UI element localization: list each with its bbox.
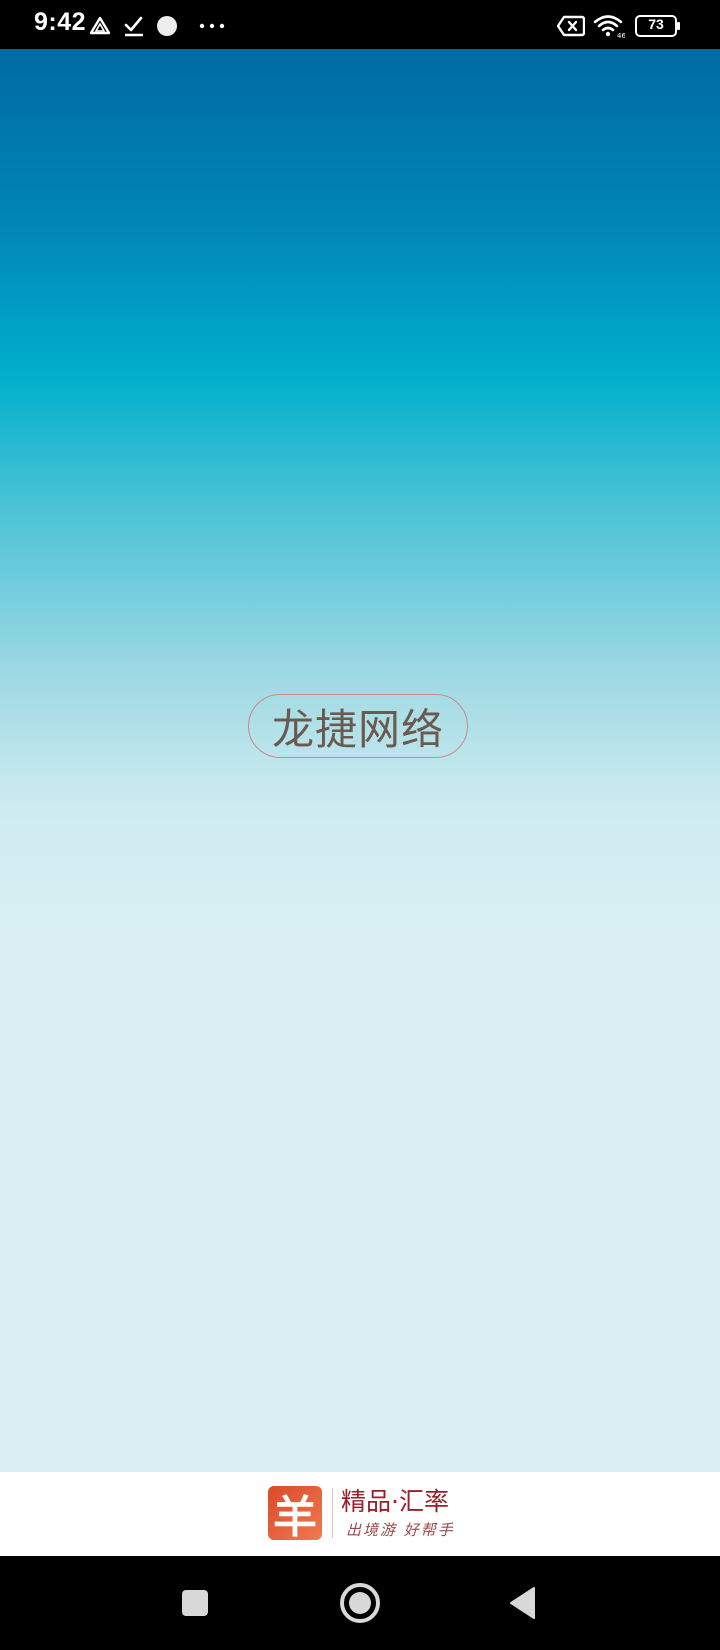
app-name: 精品·汇率 <box>341 1487 449 1516</box>
back-triangle-icon <box>510 1587 535 1619</box>
home-circle-icon <box>340 1583 380 1623</box>
recents-square-icon <box>182 1590 208 1616</box>
brand-pill: 龙捷网络 <box>248 694 468 758</box>
recents-button[interactable] <box>150 1556 240 1650</box>
navigation-bar <box>0 1556 720 1650</box>
app-slogan: 出境游 好帮手 <box>346 1521 455 1539</box>
brand-text: 龙捷网络 <box>271 704 444 754</box>
svg-text:46: 46 <box>617 32 625 39</box>
drive-icon <box>89 16 111 35</box>
battery-level: 73 <box>648 16 664 32</box>
checkmark-icon <box>124 16 143 37</box>
sim-x-icon <box>557 15 585 37</box>
logo-glyph: 羊 <box>273 1492 317 1543</box>
battery-icon: 73 <box>635 15 680 37</box>
footer-divider <box>332 1488 333 1538</box>
status-time: 9:42 <box>34 8 87 36</box>
status-bar: 9:42 46 73 <box>0 0 720 49</box>
circle-icon <box>157 16 177 36</box>
back-button[interactable] <box>478 1556 568 1650</box>
home-button[interactable] <box>315 1556 405 1650</box>
wifi-icon: 46 <box>593 15 625 39</box>
footer-banner: 羊 精品·汇率 出境游 好帮手 <box>0 1472 720 1556</box>
splash-background: 龙捷网络 <box>0 49 720 1472</box>
app-logo-icon: 羊 <box>268 1486 322 1543</box>
app-screen: 9:42 46 73 龙捷网络 羊 精品·汇率 出境游 好帮手 <box>0 0 720 1650</box>
more-dots-icon <box>199 23 225 29</box>
